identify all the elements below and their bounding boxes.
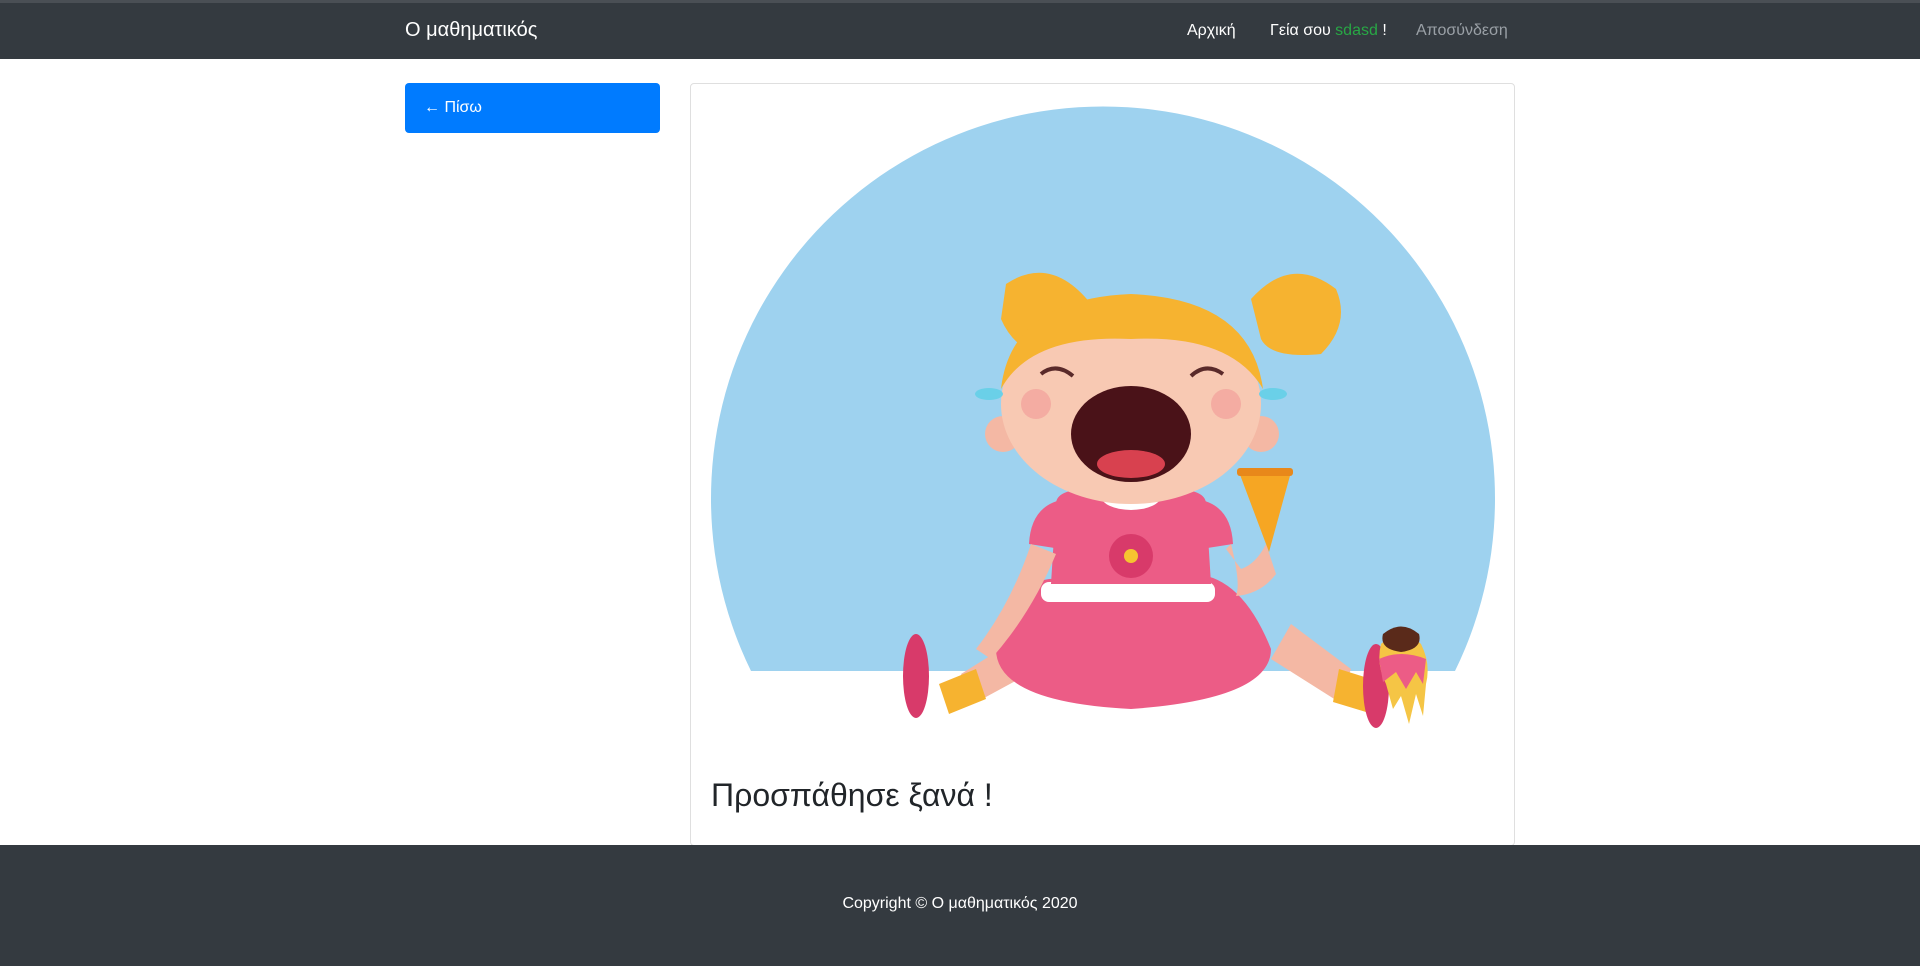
user-greeting: Γεία σου sdasd !: [1270, 22, 1387, 40]
nav-home-link[interactable]: Αρχική: [1187, 22, 1236, 40]
logout-link[interactable]: Αποσύνδεση: [1416, 22, 1508, 40]
back-button[interactable]: ← Πίσω: [405, 83, 660, 133]
result-card: Προσπάθησε ξανά !: [690, 83, 1515, 846]
page-footer: Copyright © Ο μαθηματικός 2020: [0, 845, 1920, 966]
username: sdasd: [1335, 22, 1378, 39]
brand-link[interactable]: Ο μαθηματικός: [405, 19, 537, 42]
tear-right: [1259, 388, 1287, 400]
copyright-text: Copyright © Ο μαθηματικός 2020: [842, 895, 1078, 912]
dress-flower-icon: [1109, 534, 1153, 578]
greeting-prefix: Γεία σου: [1270, 22, 1331, 39]
result-title: Προσπάθησε ξανά !: [711, 777, 993, 813]
greeting-suffix: !: [1382, 22, 1387, 39]
top-navbar: Ο μαθηματικός Αρχική Γεία σου sdasd ! Απ…: [0, 0, 1920, 59]
crying-girl-illustration: [711, 106, 1495, 728]
tear-left: [975, 388, 1003, 400]
dress-belt: [1041, 582, 1215, 602]
